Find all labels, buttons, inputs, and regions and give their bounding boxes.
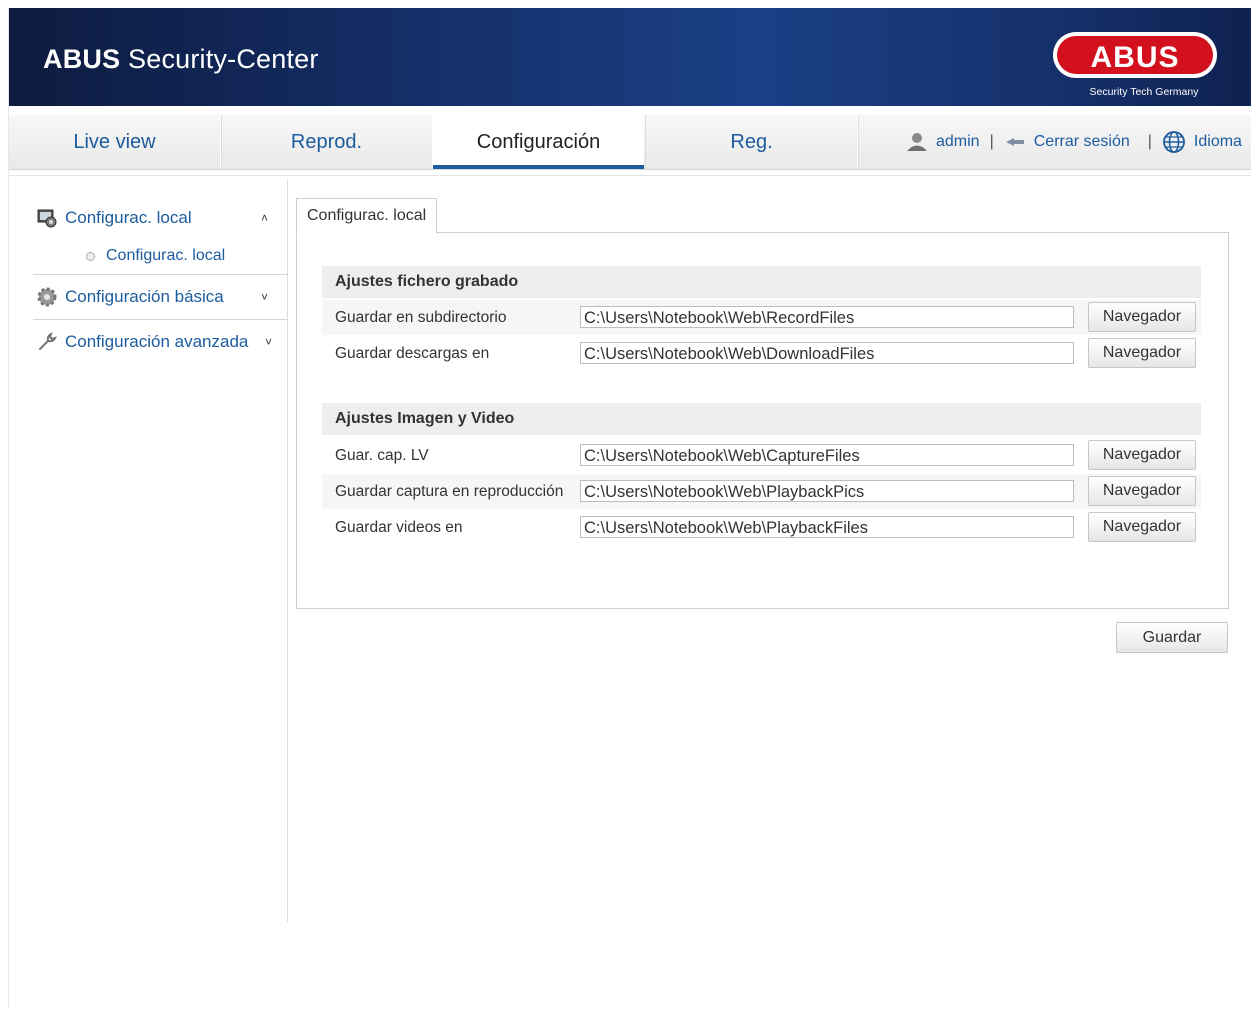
browse-button[interactable]: Navegador: [1088, 440, 1196, 470]
browse-button[interactable]: Navegador: [1088, 512, 1196, 542]
logout-link[interactable]: Cerrar sesión: [1034, 133, 1130, 151]
sidebar-item-label: Configuración avanzada: [65, 332, 249, 351]
app-title-brand: ABUS: [43, 44, 121, 74]
user-icon: [907, 133, 927, 151]
playback-pics-path-field[interactable]: C:\Users\Notebook\Web\PlaybackPics: [580, 480, 1074, 502]
sidebar-item-advanced-config[interactable]: Configuración avanzada ˅: [33, 322, 287, 362]
gear-icon: [37, 287, 57, 307]
sidebar-divider: [33, 274, 287, 275]
browse-button[interactable]: Navegador: [1088, 476, 1196, 506]
setting-row-capture-lv: Guar. cap. LV C:\Users\Notebook\Web\Capt…: [322, 438, 1201, 473]
divider: [9, 175, 1251, 176]
section-title: Ajustes fichero grabado: [335, 273, 519, 290]
separator: |: [989, 133, 994, 150]
tab-reg[interactable]: Reg.: [645, 115, 858, 169]
section-header-image-video: Ajustes Imagen y Video: [322, 403, 1201, 435]
tab-local-config[interactable]: Configurac. local: [296, 198, 438, 234]
playback-files-path-field[interactable]: C:\Users\Notebook\Web\PlaybackFiles: [580, 516, 1074, 538]
sidebar-subitem-label: Configurac. local: [106, 247, 226, 264]
sidebar-divider: [33, 319, 287, 320]
tab-live-view[interactable]: Live view: [9, 115, 221, 169]
sidebar-item-basic-config[interactable]: Configuración básica ˅: [33, 277, 287, 317]
sidebar-item-local-config[interactable]: Configurac. local ˄: [33, 196, 287, 240]
abus-logo: ABUS Security Tech Germany: [1053, 32, 1217, 98]
sidebar-item-label: Configurac. local: [65, 208, 192, 227]
app-title: ABUS Security-Center: [43, 44, 319, 75]
record-path-field[interactable]: C:\Users\Notebook\Web\RecordFiles: [580, 306, 1074, 328]
section-header-record-files: Ajustes fichero grabado: [322, 266, 1201, 298]
capture-path-field[interactable]: C:\Users\Notebook\Web\CaptureFiles: [580, 444, 1074, 466]
local-config-icon: [37, 209, 57, 228]
browse-button[interactable]: Navegador: [1088, 338, 1196, 368]
bullet-icon: [86, 252, 95, 261]
svg-text:ABUS: ABUS: [1090, 41, 1179, 74]
sidebar-divider-vertical: [287, 180, 288, 922]
browse-button[interactable]: Navegador: [1088, 302, 1196, 332]
field-label: Guar. cap. LV: [335, 447, 429, 464]
separator: |: [1147, 133, 1152, 150]
app-header: ABUS Security-Center ABUS Security Tech …: [9, 8, 1251, 106]
sidebar-subitem-local-config[interactable]: Configurac. local: [33, 240, 287, 272]
field-label: Guardar descargas en: [335, 345, 490, 362]
field-label: Guardar captura en reproducción: [335, 483, 564, 500]
field-label: Guardar videos en: [335, 519, 463, 536]
app-title-product: Security-Center: [128, 44, 319, 74]
tab-configuracion[interactable]: Configuración: [433, 115, 644, 169]
language-link[interactable]: Idioma: [1194, 133, 1242, 151]
svg-text:Security Tech Germany: Security Tech Germany: [1090, 86, 1200, 98]
chevron-down-icon[interactable]: ˅: [261, 277, 268, 317]
logout-icon: [1005, 138, 1024, 146]
sidebar-item-label: Configuración básica: [65, 287, 224, 306]
setting-row-playback-videos: Guardar videos en C:\Users\Notebook\Web\…: [322, 510, 1201, 545]
chevron-down-icon[interactable]: ˅: [265, 322, 272, 362]
setting-row-playback-pics: Guardar captura en reproducción C:\Users…: [322, 474, 1201, 509]
save-button[interactable]: Guardar: [1116, 622, 1228, 653]
user-bar: admin | Cerrar sesión | Idioma: [906, 131, 1242, 153]
tab-reprod[interactable]: Reprod.: [221, 115, 433, 169]
wrench-icon: [39, 332, 57, 350]
main-nav: Live view Reprod. Configuración Reg. adm…: [9, 115, 1251, 170]
section-title: Ajustes Imagen y Video: [335, 410, 515, 427]
setting-row-record-subdir: Guardar en subdirectorio C:\Users\Notebo…: [322, 300, 1201, 335]
field-label: Guardar en subdirectorio: [335, 309, 507, 326]
chevron-up-icon[interactable]: ˄: [261, 196, 268, 240]
admin-link[interactable]: admin: [936, 133, 980, 151]
sidebar: Configurac. local ˄ Configurac. local Co…: [33, 196, 287, 362]
download-path-field[interactable]: C:\Users\Notebook\Web\DownloadFiles: [580, 342, 1074, 364]
setting-row-downloads: Guardar descargas en C:\Users\Notebook\W…: [322, 336, 1201, 371]
globe-icon: [1163, 131, 1185, 153]
